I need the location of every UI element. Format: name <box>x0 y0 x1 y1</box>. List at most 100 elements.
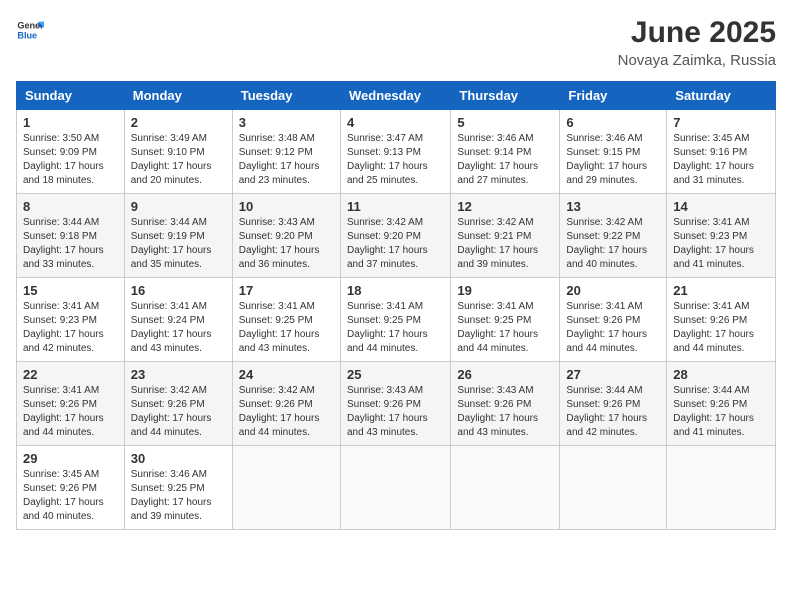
calendar-day-cell: 20 Sunrise: 3:41 AM Sunset: 9:26 PM Dayli… <box>560 278 667 362</box>
calendar-day-cell: 4Sunrise: 3:47 AM Sunset: 9:13 PM Daylig… <box>340 110 450 194</box>
day-number: 14 <box>673 199 769 214</box>
calendar-day-cell: 6Sunrise: 3:46 AM Sunset: 9:15 PM Daylig… <box>560 110 667 194</box>
day-info: Sunrise: 3:44 AM Sunset: 9:19 PM Dayligh… <box>131 216 226 272</box>
calendar-day-cell: 7Sunrise: 3:45 AM Sunset: 9:16 PM Daylig… <box>667 110 776 194</box>
day-info: Sunrise: 3:46 AM Sunset: 9:14 PM Dayligh… <box>457 132 553 188</box>
calendar-day-cell: 19 Sunrise: 3:41 AM Sunset: 9:25 PM Dayli… <box>451 278 560 362</box>
day-number: 28 <box>673 367 769 382</box>
day-info: Sunrise: 3:41 AM Sunset: 9:23 PM Dayligh… <box>673 216 769 272</box>
day-info: Sunrise: 3:43 AM Sunset: 9:20 PM Dayligh… <box>239 216 334 272</box>
calendar-day-cell: 15 Sunrise: 3:41 AM Sunset: 9:23 PM Dayli… <box>17 278 125 362</box>
calendar-day-cell: 13Sunrise: 3:42 AM Sunset: 9:22 PM Dayli… <box>560 194 667 278</box>
calendar-day-cell: 25Sunrise: 3:43 AM Sunset: 9:26 PM Dayli… <box>340 362 450 446</box>
calendar-day-cell: 18 Sunrise: 3:41 AM Sunset: 9:25 PM Dayli… <box>340 278 450 362</box>
calendar-day-cell: 23Sunrise: 3:42 AM Sunset: 9:26 PM Dayli… <box>124 362 232 446</box>
day-info: Sunrise: 3:41 AM Sunset: 9:26 PM Dayligh… <box>23 384 118 440</box>
calendar-day-cell: 29 Sunrise: 3:45 AM Sunset: 9:26 PM Dayli… <box>17 446 125 530</box>
calendar-day-cell: 1 Sunrise: 3:50 AM Sunset: 9:09 PM Daylig… <box>17 110 125 194</box>
day-number: 24 <box>239 367 334 382</box>
calendar-header-cell: Monday <box>124 82 232 110</box>
calendar-day-cell: 2Sunrise: 3:49 AM Sunset: 9:10 PM Daylig… <box>124 110 232 194</box>
day-info: Sunrise: 3:41 AM Sunset: 9:25 PM Dayligh… <box>457 300 553 356</box>
calendar-day-cell: 9 Sunrise: 3:44 AM Sunset: 9:19 PM Daylig… <box>124 194 232 278</box>
calendar-day-cell: 14 Sunrise: 3:41 AM Sunset: 9:23 PM Dayli… <box>667 194 776 278</box>
calendar-week-row: 22 Sunrise: 3:41 AM Sunset: 9:26 PM Dayli… <box>17 362 776 446</box>
day-info: Sunrise: 3:48 AM Sunset: 9:12 PM Dayligh… <box>239 132 334 188</box>
calendar-header-row: SundayMondayTuesdayWednesdayThursdayFrid… <box>17 82 776 110</box>
day-number: 25 <box>347 367 444 382</box>
day-number: 30 <box>131 451 226 466</box>
day-number: 5 <box>457 115 553 130</box>
day-number: 19 <box>457 283 553 298</box>
day-info: Sunrise: 3:49 AM Sunset: 9:10 PM Dayligh… <box>131 132 226 188</box>
calendar-day-cell: 17 Sunrise: 3:41 AM Sunset: 9:25 PM Dayli… <box>232 278 340 362</box>
svg-text:Blue: Blue <box>17 30 37 40</box>
logo: General Blue <box>16 16 44 44</box>
day-number: 16 <box>131 283 226 298</box>
calendar-day-cell <box>560 446 667 530</box>
calendar-week-row: 15 Sunrise: 3:41 AM Sunset: 9:23 PM Dayli… <box>17 278 776 362</box>
calendar-day-cell: 11Sunrise: 3:42 AM Sunset: 9:20 PM Dayli… <box>340 194 450 278</box>
day-number: 8 <box>23 199 118 214</box>
day-info: Sunrise: 3:45 AM Sunset: 9:16 PM Dayligh… <box>673 132 769 188</box>
calendar-week-row: 8 Sunrise: 3:44 AM Sunset: 9:18 PM Daylig… <box>17 194 776 278</box>
day-info: Sunrise: 3:41 AM Sunset: 9:26 PM Dayligh… <box>566 300 660 356</box>
calendar-day-cell <box>451 446 560 530</box>
day-number: 26 <box>457 367 553 382</box>
day-number: 15 <box>23 283 118 298</box>
day-info: Sunrise: 3:41 AM Sunset: 9:23 PM Dayligh… <box>23 300 118 356</box>
day-info: Sunrise: 3:44 AM Sunset: 9:18 PM Dayligh… <box>23 216 118 272</box>
day-number: 22 <box>23 367 118 382</box>
calendar-day-cell: 27Sunrise: 3:44 AM Sunset: 9:26 PM Dayli… <box>560 362 667 446</box>
day-info: Sunrise: 3:41 AM Sunset: 9:25 PM Dayligh… <box>347 300 444 356</box>
day-number: 10 <box>239 199 334 214</box>
day-info: Sunrise: 3:41 AM Sunset: 9:26 PM Dayligh… <box>673 300 769 356</box>
day-number: 29 <box>23 451 118 466</box>
calendar-day-cell: 26 Sunrise: 3:43 AM Sunset: 9:26 PM Dayli… <box>451 362 560 446</box>
calendar-day-cell <box>232 446 340 530</box>
day-number: 1 <box>23 115 118 130</box>
month-year-title: June 2025 <box>618 16 776 50</box>
day-info: Sunrise: 3:45 AM Sunset: 9:26 PM Dayligh… <box>23 468 118 524</box>
calendar-day-cell: 30 Sunrise: 3:46 AM Sunset: 9:25 PM Dayli… <box>124 446 232 530</box>
day-info: Sunrise: 3:43 AM Sunset: 9:26 PM Dayligh… <box>457 384 553 440</box>
calendar-day-cell: 28 Sunrise: 3:44 AM Sunset: 9:26 PM Dayli… <box>667 362 776 446</box>
day-number: 9 <box>131 199 226 214</box>
header: General Blue June 2025 Novaya Zaimka, Ru… <box>16 16 776 69</box>
calendar-body: 1 Sunrise: 3:50 AM Sunset: 9:09 PM Daylig… <box>17 110 776 530</box>
day-number: 17 <box>239 283 334 298</box>
calendar-week-row: 29 Sunrise: 3:45 AM Sunset: 9:26 PM Dayli… <box>17 446 776 530</box>
day-info: Sunrise: 3:47 AM Sunset: 9:13 PM Dayligh… <box>347 132 444 188</box>
calendar-header-cell: Sunday <box>17 82 125 110</box>
calendar-header-cell: Tuesday <box>232 82 340 110</box>
calendar-header-cell: Saturday <box>667 82 776 110</box>
day-number: 18 <box>347 283 444 298</box>
calendar-day-cell: 24 Sunrise: 3:42 AM Sunset: 9:26 PM Dayli… <box>232 362 340 446</box>
day-info: Sunrise: 3:42 AM Sunset: 9:26 PM Dayligh… <box>239 384 334 440</box>
day-number: 11 <box>347 199 444 214</box>
calendar-week-row: 1 Sunrise: 3:50 AM Sunset: 9:09 PM Daylig… <box>17 110 776 194</box>
title-area: June 2025 Novaya Zaimka, Russia <box>618 16 776 69</box>
day-number: 20 <box>566 283 660 298</box>
calendar-day-cell: 10 Sunrise: 3:43 AM Sunset: 9:20 PM Dayli… <box>232 194 340 278</box>
logo-icon: General Blue <box>16 16 44 44</box>
calendar-day-cell: 22 Sunrise: 3:41 AM Sunset: 9:26 PM Dayli… <box>17 362 125 446</box>
day-info: Sunrise: 3:44 AM Sunset: 9:26 PM Dayligh… <box>673 384 769 440</box>
calendar-day-cell: 8 Sunrise: 3:44 AM Sunset: 9:18 PM Daylig… <box>17 194 125 278</box>
calendar-header-cell: Friday <box>560 82 667 110</box>
day-info: Sunrise: 3:50 AM Sunset: 9:09 PM Dayligh… <box>23 132 118 188</box>
calendar-table: SundayMondayTuesdayWednesdayThursdayFrid… <box>16 81 776 530</box>
day-info: Sunrise: 3:41 AM Sunset: 9:25 PM Dayligh… <box>239 300 334 356</box>
calendar-day-cell: 3Sunrise: 3:48 AM Sunset: 9:12 PM Daylig… <box>232 110 340 194</box>
calendar-day-cell: 21 Sunrise: 3:41 AM Sunset: 9:26 PM Dayli… <box>667 278 776 362</box>
day-number: 12 <box>457 199 553 214</box>
day-info: Sunrise: 3:46 AM Sunset: 9:15 PM Dayligh… <box>566 132 660 188</box>
day-info: Sunrise: 3:42 AM Sunset: 9:26 PM Dayligh… <box>131 384 226 440</box>
day-info: Sunrise: 3:46 AM Sunset: 9:25 PM Dayligh… <box>131 468 226 524</box>
day-info: Sunrise: 3:42 AM Sunset: 9:21 PM Dayligh… <box>457 216 553 272</box>
day-number: 21 <box>673 283 769 298</box>
location-subtitle: Novaya Zaimka, Russia <box>618 52 776 69</box>
calendar-day-cell: 12 Sunrise: 3:42 AM Sunset: 9:21 PM Dayli… <box>451 194 560 278</box>
calendar-day-cell <box>340 446 450 530</box>
day-number: 27 <box>566 367 660 382</box>
